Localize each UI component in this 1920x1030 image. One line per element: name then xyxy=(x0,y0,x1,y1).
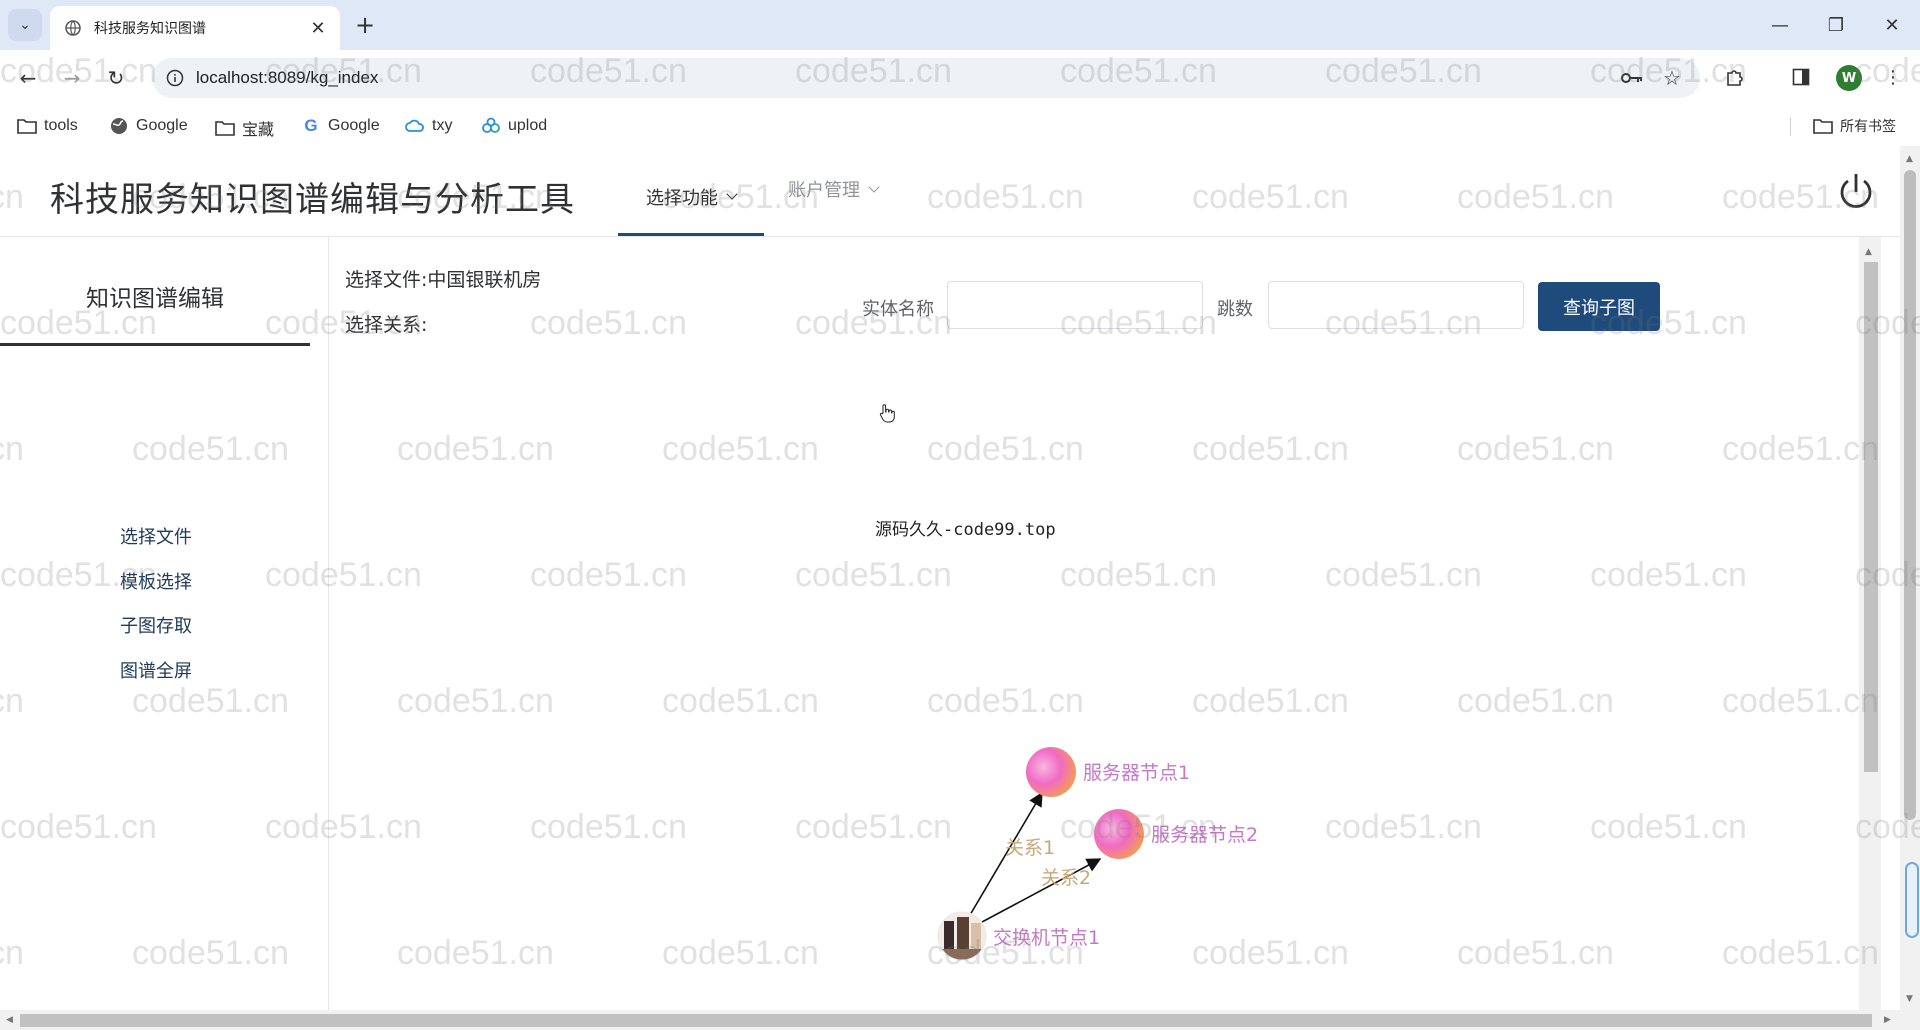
page-title: 科技服务知识图谱编辑与分析工具 xyxy=(50,180,575,220)
restore-button[interactable]: ❐ xyxy=(1808,0,1864,50)
forward-button[interactable]: → xyxy=(56,62,88,94)
sidebar: 知识图谱编辑 选择文件 模板选择 子图存取 图谱全屏 xyxy=(0,237,329,1030)
all-bookmarks[interactable]: 所有书签 xyxy=(1812,116,1896,136)
hops-input[interactable] xyxy=(1268,281,1524,329)
menu-account-management[interactable]: 账户管理 xyxy=(788,176,880,202)
query-subgraph-button[interactable]: 查询子图 xyxy=(1538,282,1660,331)
source-text: 源码久久-code99.top xyxy=(875,520,1056,540)
tab-search-button[interactable]: ⌄ xyxy=(8,9,42,41)
hops-label: 跳数 xyxy=(1217,299,1253,320)
bookmark-label: tools xyxy=(44,117,78,134)
bookmark-tools[interactable]: tools xyxy=(16,116,78,136)
chevron-down-icon xyxy=(726,188,738,200)
bookmarks-bar: tools Google 宝藏 G Google txy uplod 所有书签 xyxy=(0,106,1920,146)
close-window-button[interactable]: ✕ xyxy=(1864,0,1920,50)
more-menu-icon[interactable]: ⋮ xyxy=(1878,62,1908,92)
horizontal-scrollbar-thumb[interactable] xyxy=(20,1014,1872,1027)
sidebar-item-fullscreen[interactable]: 图谱全屏 xyxy=(120,657,192,683)
tab-strip: ⌄ 科技服务知识图谱 ✕ + — ❐ ✕ xyxy=(0,0,1920,50)
bookmark-google[interactable]: Google xyxy=(108,116,188,136)
sidebar-item-subgraph[interactable]: 子图存取 xyxy=(120,612,192,638)
edge-label: 关系1 xyxy=(1005,837,1055,859)
graph-node-switch-1[interactable] xyxy=(937,911,987,961)
cloud-icon xyxy=(404,116,426,136)
bookmark-label: Google xyxy=(136,117,188,134)
page-viewport: 科技服务知识图谱编辑与分析工具 选择功能 账户管理 知识图谱编辑 选择文件 模板… xyxy=(0,146,1920,1030)
node-label: 交换机节点1 xyxy=(993,927,1100,949)
bookmark-label: 所有书签 xyxy=(1840,118,1896,134)
bookmark-treasure[interactable]: 宝藏 xyxy=(214,116,274,140)
globe-icon xyxy=(108,116,130,136)
scroll-down-icon[interactable]: ▼ xyxy=(1906,994,1913,1004)
inner-scrollbar-thumb[interactable] xyxy=(1864,262,1878,772)
node-label: 服务器节点1 xyxy=(1083,762,1190,784)
menu-label: 选择功能 xyxy=(646,187,718,209)
knowledge-graph: 关系1 关系2 服务器节点1 服务器节点2 交换机节点1 xyxy=(937,747,1258,961)
window-controls: — ❐ ✕ xyxy=(1752,0,1920,50)
tab-title: 科技服务知识图谱 xyxy=(94,21,206,37)
bookmark-google-2[interactable]: G Google xyxy=(300,116,380,136)
selected-file: 选择文件:中国银联机房 xyxy=(345,269,542,291)
google-icon: G xyxy=(304,116,318,135)
bookmark-label: 宝藏 xyxy=(242,122,275,139)
bookmark-label: uplod xyxy=(508,117,548,134)
side-panel-icon[interactable] xyxy=(1786,62,1816,92)
power-icon[interactable] xyxy=(1836,172,1876,212)
arrow-left-icon: ← xyxy=(19,66,37,90)
scroll-up-icon[interactable]: ▲ xyxy=(1906,154,1913,164)
sidebar-item-template[interactable]: 模板选择 xyxy=(120,568,192,594)
sidebar-title[interactable]: 知识图谱编辑 xyxy=(0,279,310,313)
selected-relation: 选择关系: xyxy=(345,314,428,336)
scroll-left-icon[interactable]: ◀ xyxy=(6,1015,13,1025)
chevron-down-icon: ⌄ xyxy=(19,17,31,33)
extensions-icon[interactable] xyxy=(1720,62,1750,92)
main-panel: 选择文件:中国银联机房 选择关系: 实体名称 跳数 查询子图 源码久久-code… xyxy=(329,237,1870,1030)
page-scrollbar-thumb[interactable] xyxy=(1904,170,1916,820)
browser-tab[interactable]: 科技服务知识图谱 ✕ xyxy=(50,6,340,50)
node-label: 服务器节点2 xyxy=(1151,824,1258,846)
address-bar[interactable]: localhost:8089/kg_index ☆ xyxy=(152,58,1700,98)
bookmark-label: Google xyxy=(328,117,380,134)
app-header: 科技服务知识图谱编辑与分析工具 选择功能 账户管理 xyxy=(0,146,1900,237)
avatar[interactable]: W xyxy=(1836,65,1862,91)
graph-node-server-1[interactable] xyxy=(1026,747,1076,797)
entity-label: 实体名称 xyxy=(862,299,934,320)
bookmark-uplod[interactable]: uplod xyxy=(480,116,547,136)
entity-name-input[interactable] xyxy=(947,281,1203,329)
bookmark-divider xyxy=(1790,118,1791,136)
scroll-up-icon[interactable]: ▲ xyxy=(1865,247,1872,257)
edge-label: 关系2 xyxy=(1041,867,1091,889)
bookmark-label: txy xyxy=(432,117,453,134)
close-icon[interactable]: ✕ xyxy=(304,18,332,39)
graph-node-server-2[interactable] xyxy=(1094,809,1144,859)
info-icon[interactable] xyxy=(164,67,186,89)
arrow-right-icon: → xyxy=(63,66,81,90)
chevron-down-icon xyxy=(868,180,880,193)
globe-icon xyxy=(64,19,82,37)
bookmark-txy[interactable]: txy xyxy=(404,116,452,136)
folder-icon xyxy=(16,116,38,136)
menu-select-function[interactable]: 选择功能 xyxy=(618,176,764,236)
new-tab-button[interactable]: + xyxy=(350,10,380,40)
url-text[interactable]: localhost:8089/kg_index xyxy=(196,68,378,88)
reload-icon: ↻ xyxy=(107,66,125,90)
reload-button[interactable]: ↻ xyxy=(100,62,132,94)
sidebar-header: 知识图谱编辑 xyxy=(0,237,310,346)
back-button[interactable]: ← xyxy=(12,62,44,94)
scroll-right-icon[interactable]: ▶ xyxy=(1884,1015,1891,1025)
uplod-icon xyxy=(480,116,502,136)
menu-label: 账户管理 xyxy=(788,180,860,201)
sidebar-item-select-file[interactable]: 选择文件 xyxy=(120,523,192,549)
browser-toolbar: ← → ↻ localhost:8089/kg_index ☆ W ⋮ xyxy=(0,50,1920,106)
folder-icon xyxy=(214,118,236,138)
key-icon[interactable] xyxy=(1620,66,1644,90)
hand-cursor-icon xyxy=(879,404,895,423)
star-icon[interactable]: ☆ xyxy=(1660,66,1684,90)
minimize-button[interactable]: — xyxy=(1752,0,1808,50)
folder-icon xyxy=(1812,116,1834,136)
side-floating-tab[interactable] xyxy=(1905,862,1919,938)
